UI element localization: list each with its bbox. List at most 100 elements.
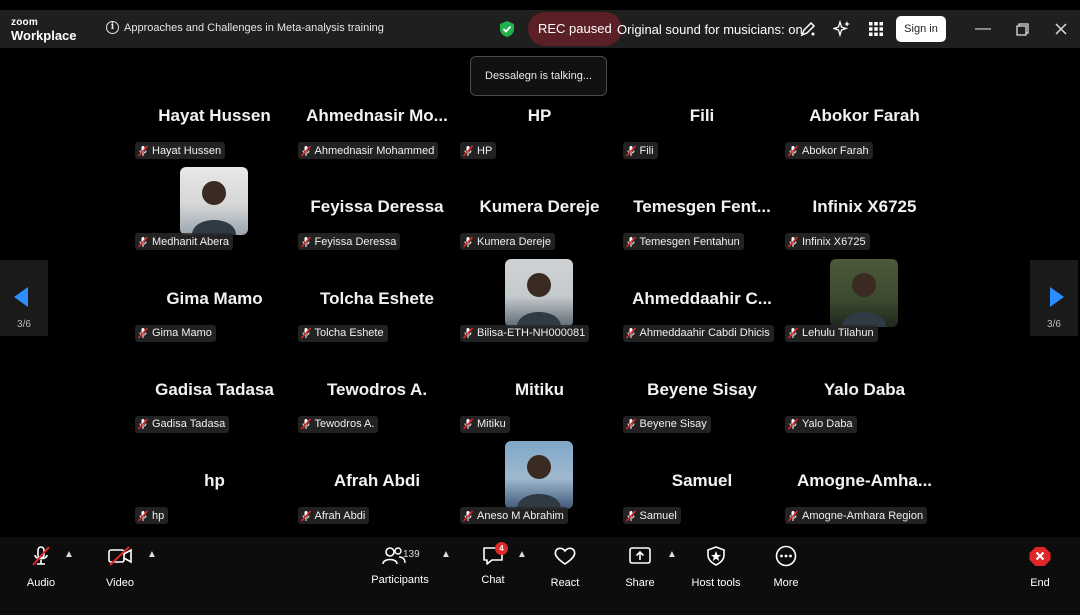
participants-button[interactable]: 139 Participants (370, 545, 430, 591)
participant-tile[interactable]: HP HP (458, 98, 621, 189)
original-sound-status[interactable]: Original sound for musicians: on (617, 22, 803, 37)
video-label: Video (106, 577, 134, 589)
mic-muted-icon (625, 510, 637, 522)
participant-tile[interactable]: Feyissa Deressa Feyissa Deressa (296, 189, 459, 280)
chat-button[interactable]: 4 Chat (478, 542, 508, 591)
recording-status[interactable]: REC paused (528, 12, 622, 46)
participant-name: Lehulu Tilahun (802, 327, 874, 340)
mic-muted-icon (787, 510, 799, 522)
participants-options-caret[interactable]: ▲ (441, 549, 451, 560)
mic-muted-icon (137, 144, 149, 157)
mic-muted-icon (462, 144, 474, 157)
end-meeting-icon (1029, 547, 1051, 566)
mic-muted-icon (137, 418, 149, 430)
meeting-title: Approaches and Challenges in Meta-analys… (124, 21, 384, 34)
chat-options-caret[interactable]: ▲ (517, 549, 527, 560)
sign-in-button[interactable]: Sign in (896, 16, 946, 42)
participant-tile[interactable]: Gadisa Tadasa Gadisa Tadasa (133, 372, 296, 463)
audio-options-caret[interactable]: ▲ (64, 549, 74, 560)
participant-tile[interactable]: Ahmednasir Mo... Ahmednasir Mohammed (296, 98, 459, 189)
participant-name-label: Bilisa-ETH-NH000081 (460, 324, 590, 342)
participant-tile[interactable]: Gima Mamo Gima Mamo (133, 281, 296, 372)
participant-name-label: Afrah Abdi (297, 507, 370, 525)
participant-name: Feyissa Deressa (314, 235, 397, 248)
participant-tile[interactable]: Tewodros A. Tewodros A. (296, 372, 459, 463)
video-button[interactable]: Video (100, 545, 140, 591)
participant-name-label: Yalo Daba (785, 415, 857, 433)
participant-display-name: Yalo Daba (823, 379, 906, 399)
share-options-caret[interactable]: ▲ (667, 549, 677, 560)
participant-tile[interactable]: Temesgen Fent... Temesgen Fentahun (621, 189, 784, 280)
participant-name: Gadisa Tadasa (152, 418, 226, 431)
previous-page-button[interactable]: 3/6 (0, 260, 48, 336)
participant-name: Mitiku (477, 418, 506, 431)
mic-muted-icon (787, 327, 799, 339)
participant-name-label: Hayat Hussen (135, 142, 226, 159)
participant-name-label: Temesgen Fentahun (622, 233, 744, 251)
ai-sparkle-icon[interactable] (833, 20, 851, 38)
participant-name-label: Tewodros A. (297, 415, 379, 433)
participant-tile[interactable]: Abokor Farah Abokor Farah (783, 98, 946, 189)
close-icon[interactable] (1050, 18, 1072, 40)
participants-label: Participants (371, 574, 429, 586)
participant-name: Medhanit Abera (152, 235, 230, 248)
more-dots-icon (775, 545, 797, 567)
minimize-icon[interactable]: — (972, 18, 994, 40)
participant-name-label: Tolcha Eshete (297, 324, 388, 342)
participant-name: hp (152, 509, 165, 522)
more-button[interactable]: More (770, 545, 802, 591)
host-tools-label: Host tools (691, 577, 741, 589)
zoom-logo: zoom Workplace (11, 18, 77, 43)
participant-display-name: HP (527, 106, 552, 125)
react-button[interactable]: React (549, 545, 581, 591)
active-speaker-banner: Dessalegn is talking... (470, 56, 607, 96)
participant-name: Ahmednasir Mohammed (314, 144, 435, 157)
participant-name: Abokor Farah (802, 144, 869, 157)
participant-video (830, 258, 898, 327)
participant-name-label: Beyene Sisay (622, 415, 711, 433)
participant-name-label: Infinix X6725 (785, 233, 870, 251)
participant-tile[interactable]: Medhanit Abera (133, 167, 296, 280)
meeting-info[interactable]: i Approaches and Challenges in Meta-anal… (106, 21, 384, 34)
share-label: Share (625, 577, 655, 589)
video-options-caret[interactable]: ▲ (147, 549, 157, 560)
end-label: End (1030, 577, 1050, 589)
participant-name-label: Kumera Dereje (460, 233, 555, 251)
share-button[interactable]: Share (623, 545, 657, 591)
info-icon[interactable]: i (106, 21, 119, 34)
participant-tile[interactable]: Lehulu Tilahun (783, 258, 946, 372)
participant-display-name: Abokor Farah (809, 106, 920, 125)
participant-display-name: Ahmednasir Mo... (306, 106, 448, 125)
end-button[interactable]: End (1026, 545, 1054, 591)
participant-name: Fili (639, 144, 654, 157)
participant-name-label: hp (135, 507, 169, 525)
participant-name: Gima Mamo (152, 327, 212, 340)
participant-tile[interactable]: Fili Fili (621, 98, 784, 189)
participant-name-label: Ahmeddaahir Cabdi Dhicis (622, 324, 774, 342)
participant-display-name: Kumera Dereje (479, 197, 600, 217)
participant-name-label: Gima Mamo (135, 324, 216, 342)
host-shield-icon (707, 546, 725, 566)
next-page-button[interactable]: 3/6 (1030, 260, 1078, 336)
participant-tile[interactable]: Bilisa-ETH-NH000081 (458, 258, 621, 372)
participant-tile[interactable]: Beyene Sisay Beyene Sisay (621, 372, 784, 463)
participant-tile[interactable]: Tolcha Eshete Tolcha Eshete (296, 281, 459, 372)
participant-name-label: Abokor Farah (785, 142, 873, 159)
restore-icon[interactable] (1011, 18, 1033, 40)
apps-grid-icon[interactable] (867, 20, 885, 38)
shield-check-icon[interactable] (499, 20, 515, 38)
annotate-icon[interactable] (799, 20, 817, 38)
host-tools-button[interactable]: Host tools (688, 545, 744, 591)
participant-name-label: Mitiku (460, 415, 510, 433)
participant-tile[interactable]: Yalo Daba Yalo Daba (783, 372, 946, 463)
participant-video (180, 167, 248, 236)
microphone-muted-icon (32, 546, 50, 566)
participant-display-name: Afrah Abdi (333, 471, 421, 491)
participant-name: Ahmeddaahir Cabdi Dhicis (639, 327, 770, 340)
mic-muted-icon (787, 236, 799, 248)
participant-tile[interactable]: Ahmeddaahir C... Ahmeddaahir Cabdi Dhicis (621, 281, 784, 372)
mic-muted-icon (137, 236, 149, 248)
mic-muted-icon (625, 327, 637, 339)
audio-button[interactable]: Audio (20, 545, 62, 591)
mic-muted-icon (137, 327, 149, 339)
